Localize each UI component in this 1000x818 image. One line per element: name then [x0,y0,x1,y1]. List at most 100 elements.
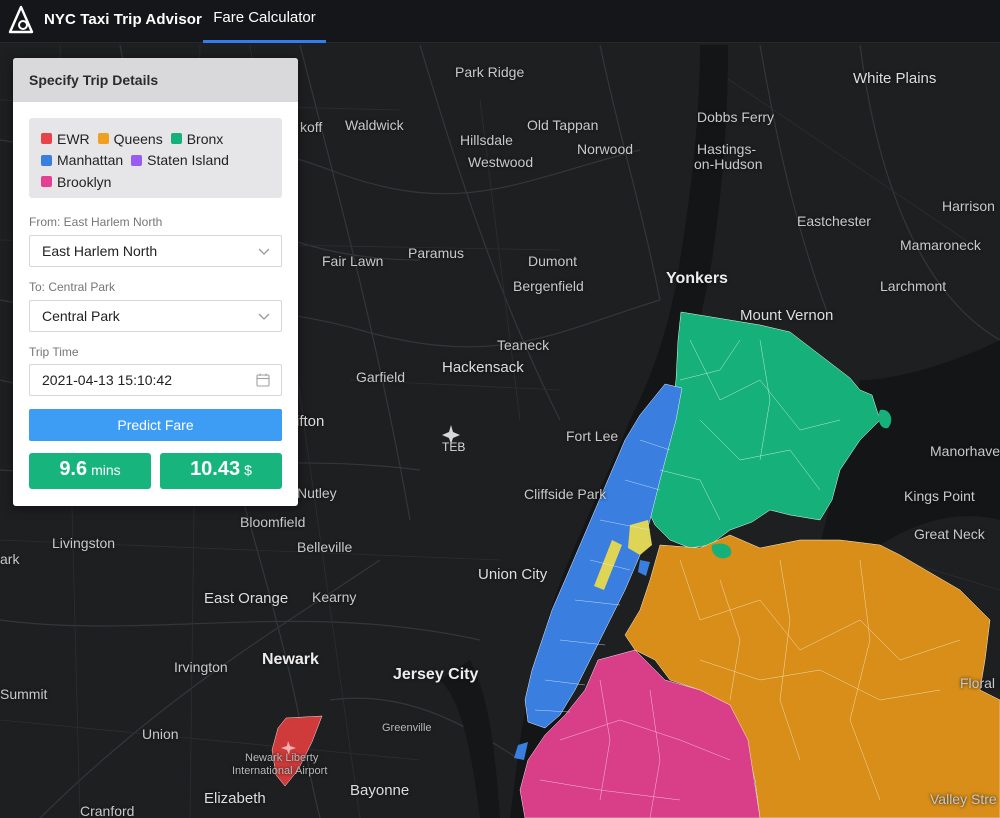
map-place-label: Waldwick [345,117,404,133]
legend-item-bronx: Bronx [170,130,224,147]
legend-row: Brooklyn [41,171,282,193]
map-place-label: Dobbs Ferry [697,109,775,125]
map-place-label: ifton [296,413,325,430]
panel-title: Specify Trip Details [13,58,298,102]
map-place-label: Kearny [312,589,357,605]
map-place-label: Jersey City [393,666,479,683]
map-place-label: Bayonne [350,782,410,799]
predict-fare-button[interactable]: Predict Fare [29,409,282,441]
map-place-label: on-Hudson [694,156,763,172]
logo-icon [8,5,34,34]
map-place-label: Kings Point [904,488,975,504]
active-tab-indicator [203,40,326,43]
map-place-label: Greenville [382,722,432,734]
chevron-down-icon [258,313,270,320]
legend-label: Manhattan [57,152,124,169]
map-place-label: East Orange [204,590,289,607]
map-place-label: Irvington [174,659,228,675]
map-place-label: Valley Stre [930,791,997,807]
map-place-label: Old Tappan [527,117,599,133]
from-select[interactable]: East Harlem North [29,235,282,267]
legend-label: Staten Island [147,152,229,169]
legend-item-brooklyn: Brooklyn [41,174,111,190]
map-place-label: Fair Lawn [322,253,384,269]
to-select-value: Central Park [42,308,120,324]
map-place-label: Livingston [52,535,116,551]
tab-fare-calculator-label: Fare Calculator [213,9,316,26]
map-place-label: Bloomfield [240,514,306,530]
map-place-label: Summit [0,686,48,702]
map-place-label: Bergenfield [513,278,584,294]
borough-legend: EWR Queens Bronx Manhattan Staten Island… [29,118,282,198]
from-select-value: East Harlem North [42,243,158,259]
legend-swatch [41,154,52,166]
legend-label: Queens [113,130,163,147]
map-place-label: ark [0,551,20,567]
map-place-label: Cliffside Park [524,486,607,502]
legend-swatch [97,133,109,145]
map-place-label: Union City [478,566,548,583]
legend-item-ewr: EWR [41,131,90,147]
trip-details-panel: Specify Trip Details EWR Queens Bronx Ma… [13,58,298,506]
airport-teb-label: TEB [442,440,466,454]
map-place-label: Dumont [528,253,578,269]
legend-label: Brooklyn [57,173,112,190]
map-place-label: Hastings- [697,141,757,157]
legend-label: EWR [57,130,90,147]
map-place-label: koff [300,119,323,135]
to-select[interactable]: Central Park [29,300,282,332]
map-place-label: Garfield [356,369,406,385]
app-title: NYC Taxi Trip Advisor [44,11,202,28]
map-place-label: Great Neck [914,526,985,542]
legend-swatch [131,154,143,166]
legend-item-manhattan: Manhattan [41,152,123,168]
tab-fare-calculator[interactable]: Fare Calculator [203,0,326,43]
map-place-label: Norwood [577,141,634,157]
map-place-label: Cranford [80,803,135,818]
legend-swatch [170,133,182,145]
fare-value: 10.43 [190,458,241,480]
to-label: To: Central Park [29,280,116,294]
fare-unit: $ [244,462,252,478]
legend-label: Bronx [186,130,224,147]
map-place-label: Union [142,726,179,742]
legend-row: Manhattan Staten Island [41,150,282,172]
fare-result: 10.43 $ [160,453,282,489]
map-place-label: Larchmont [880,278,947,294]
map-place-label: Paramus [408,245,465,261]
trip-time-picker[interactable]: 2021-04-13 15:10:42 [29,364,282,396]
chevron-down-icon [258,248,270,255]
map-place-label: Westwood [468,154,534,170]
legend-swatch [41,133,52,145]
legend-swatch [41,176,52,188]
from-label: From: East Harlem North [29,215,163,229]
app-root: NYC Taxi Trip Advisor Fare Calculator Pa… [0,0,1000,818]
top-navbar: NYC Taxi Trip Advisor Fare Calculator [0,0,1000,43]
map-place-label: Mount Vernon [740,307,834,324]
legend-row: EWR Queens Bronx [41,128,282,150]
map-place-label: Elizabeth [204,790,266,807]
trip-time-label: Trip Time [29,345,79,359]
duration-result: 9.6 mins [29,453,151,489]
map-place-label: Newark [262,651,319,668]
map-place-label: Teaneck [497,337,550,353]
map-place-label: Harrison [942,198,995,214]
legend-item-queens: Queens [97,130,163,147]
map-place-label: Manorhaven [930,443,1000,459]
map-place-label: Eastchester [797,213,871,229]
duration-value: 9.6 [59,458,88,480]
map-place-label: Mamaroneck [900,237,981,253]
map-place-label: Park Ridge [455,64,525,80]
map-place-label: Floral Pa [960,675,1000,691]
map-place-label: White Plains [853,70,937,87]
map-place-label: Belleville [297,539,353,555]
map-place-label: Fort Lee [566,428,619,444]
calendar-icon [256,373,270,387]
duration-unit: mins [91,462,121,478]
map-place-label: Newark Liberty [245,752,319,764]
map-place-label: International Airport [232,765,328,777]
map-place-label: Hackensack [442,359,524,376]
legend-item-staten-island: Staten Island [131,152,229,168]
map-place-label: Nutley [297,485,337,501]
map-place-label: Yonkers [666,270,728,287]
